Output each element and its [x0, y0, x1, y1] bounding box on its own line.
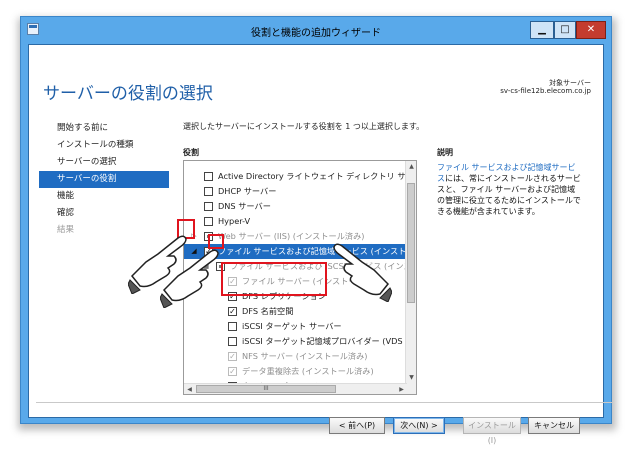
role-checkbox[interactable]: [204, 172, 213, 181]
wizard-content: サーバーの役割の選択 対象サーバー sv-cs-file12b.elecom.c…: [28, 44, 612, 445]
horizontal-scrollbar[interactable]: ◀ III ▶: [184, 383, 407, 394]
role-label: Hyper-V: [218, 216, 251, 226]
nav-item[interactable]: サーバーの役割: [39, 171, 169, 188]
previous-button[interactable]: < 前へ(P): [329, 417, 385, 434]
vertical-scroll-thumb[interactable]: [407, 183, 415, 303]
maximize-button[interactable]: □: [554, 21, 576, 39]
footer-divider: [36, 402, 612, 403]
role-row[interactable]: Hyper-V: [184, 214, 406, 229]
next-button[interactable]: 次へ(N) >: [393, 417, 445, 434]
role-label: DHCP サーバー: [218, 186, 277, 196]
scroll-left-arrow-icon[interactable]: ◀: [184, 384, 195, 394]
nav-item[interactable]: 機能: [39, 188, 169, 205]
nav-item[interactable]: インストールの種類: [39, 137, 169, 154]
role-row[interactable]: DNS サーバー: [184, 199, 406, 214]
role-checkbox[interactable]: [204, 202, 213, 211]
role-label: DFS 名前空間: [242, 306, 294, 316]
role-label: DNS サーバー: [218, 201, 271, 211]
page-title: サーバーの役割の選択: [43, 84, 213, 104]
window-title: 役割と機能の追加ウィザード: [251, 28, 381, 39]
horizontal-scroll-thumb[interactable]: III: [196, 385, 336, 393]
role-row[interactable]: DHCP サーバー: [184, 184, 406, 199]
role-label: iSCSI ターゲット サーバー: [242, 321, 342, 331]
vertical-scrollbar[interactable]: ▲ ▼: [405, 161, 416, 394]
roles-header: 役割: [183, 148, 199, 157]
role-label: データ重複除去 (インストール済み): [242, 366, 374, 376]
dfs-highlight-box: [221, 262, 327, 296]
role-label: iSCSI ターゲット記憶域プロバイダー (VDS およ: [242, 336, 417, 346]
role-checkbox[interactable]: ✓: [228, 307, 237, 316]
role-checkbox[interactable]: [204, 217, 213, 226]
description-header: 説明: [437, 148, 453, 157]
description-body: には、常にインストールされるサービスと、ファイル サーバーおよび記憶域の管理に役…: [437, 174, 581, 216]
scroll-down-arrow-icon[interactable]: ▼: [406, 372, 416, 383]
role-row[interactable]: Active Directory ライトウェイト ディレクトリ サービス: [184, 169, 416, 184]
role-checkbox[interactable]: [228, 322, 237, 331]
role-checkbox[interactable]: ✓: [228, 352, 237, 361]
role-row[interactable]: iSCSI ターゲット サーバー: [184, 319, 406, 334]
role-row[interactable]: ✓ データ重複除去 (インストール済み): [184, 364, 406, 379]
nav-item[interactable]: 開始する前に: [39, 120, 169, 137]
role-row[interactable]: ✓ NFS サーバー (インストール済み): [184, 349, 406, 364]
scroll-up-arrow-icon[interactable]: ▲: [406, 161, 416, 172]
destination-server-name: sv-cs-file12b.elecom.co.jp: [500, 87, 591, 95]
cancel-button[interactable]: キャンセル: [528, 417, 580, 434]
close-button[interactable]: ✕: [576, 21, 606, 39]
role-label: Active Directory ライトウェイト ディレクトリ サービス: [218, 171, 417, 181]
minimize-button[interactable]: ▁: [530, 21, 554, 39]
role-checkbox[interactable]: [204, 187, 213, 196]
intro-text: 選択したサーバーにインストールする役割を 1 つ以上選択します。: [183, 122, 425, 131]
title-bar[interactable]: 役割と機能の追加ウィザード ▁ □ ✕: [21, 17, 611, 43]
nav-item[interactable]: サーバーの選択: [39, 154, 169, 171]
wizard-nav: 開始する前に インストールの種類 サーバーの選択 サーバーの役割 機能 確認 結果: [39, 120, 169, 239]
nav-item[interactable]: 確認: [39, 205, 169, 222]
scroll-right-arrow-icon[interactable]: ▶: [396, 384, 407, 394]
description-text: ファイル サービスおよび記憶域サービスには、常にインストールされるサービスと、フ…: [437, 162, 583, 217]
pointing-hand-icon: [333, 243, 392, 302]
role-checkbox[interactable]: [228, 337, 237, 346]
role-label: NFS サーバー (インストール済み): [242, 351, 368, 361]
install-button[interactable]: インストール(I): [463, 417, 521, 445]
wizard-window: 役割と機能の追加ウィザード ▁ □ ✕ サーバーの役割の選択 対象サーバー sv…: [20, 16, 612, 445]
role-row[interactable]: iSCSI ターゲット記憶域プロバイダー (VDS およ: [184, 334, 416, 349]
role-checkbox[interactable]: ✓: [228, 367, 237, 376]
pointing-hand-icon: [160, 249, 219, 308]
